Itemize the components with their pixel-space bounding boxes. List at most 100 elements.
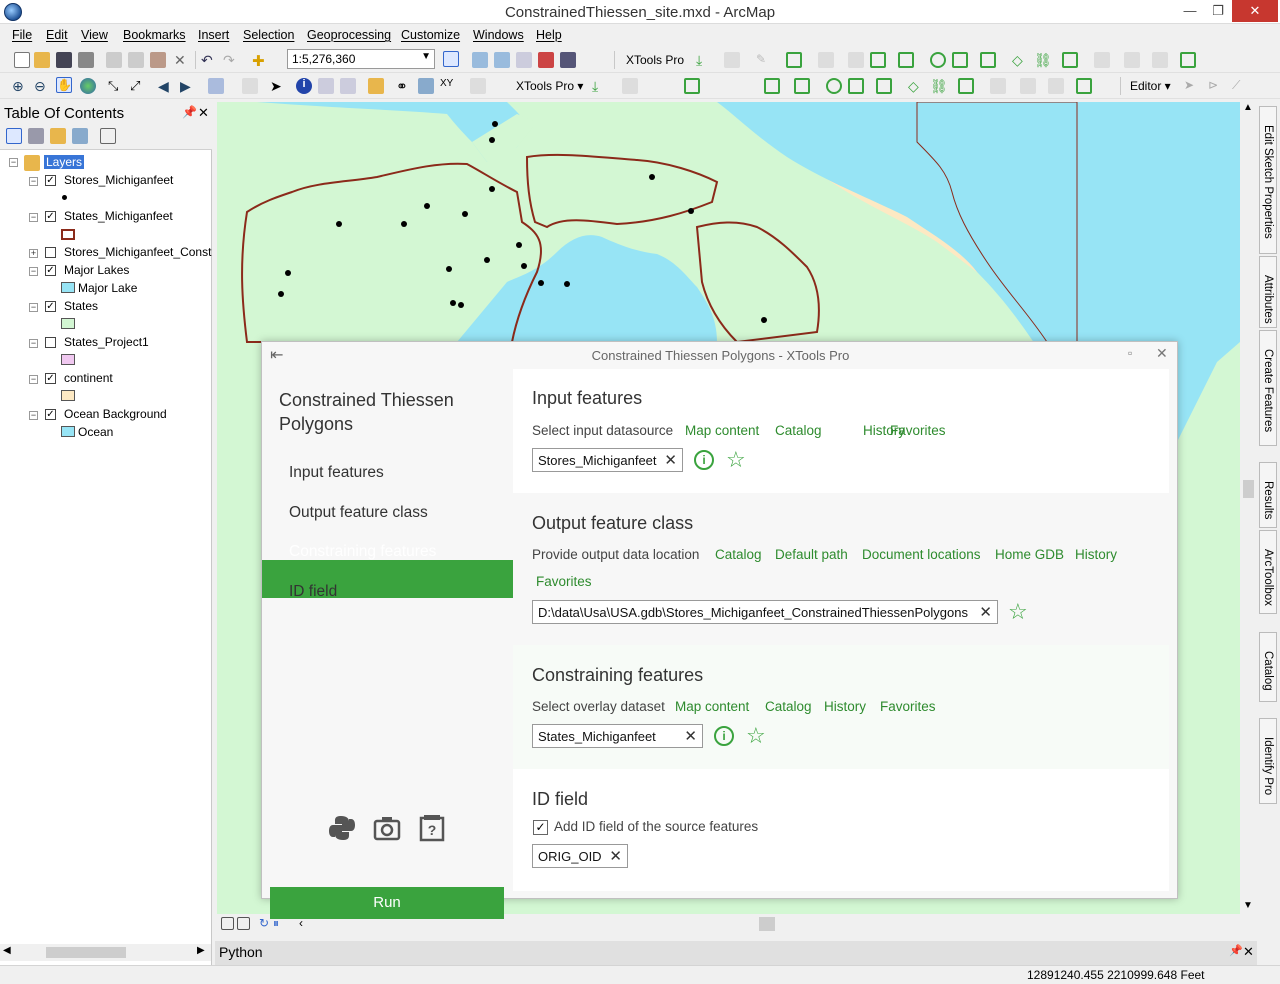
tab-results[interactable]: Results bbox=[1259, 462, 1277, 528]
xtools-toolbar-label[interactable]: XTools Pro bbox=[626, 53, 684, 67]
nav-output-feature-class[interactable]: Output feature class bbox=[289, 504, 428, 522]
xtools-tool-11-icon[interactable] bbox=[1124, 52, 1140, 68]
list-by-selection-icon[interactable] bbox=[72, 128, 88, 144]
undo-icon[interactable]: ↶ bbox=[201, 52, 217, 68]
camera-icon[interactable] bbox=[373, 814, 401, 842]
link-favorites[interactable]: Favorites bbox=[536, 574, 592, 589]
xtools-row2-tool-6-icon[interactable] bbox=[876, 78, 892, 94]
collapse-layers-icon[interactable]: − bbox=[9, 158, 18, 167]
close-icon[interactable]: ✕ bbox=[1232, 0, 1278, 22]
nav-input-features[interactable]: Input features bbox=[289, 464, 384, 482]
help-clipboard-icon[interactable]: ? bbox=[418, 814, 446, 842]
map-vertical-scrollbar[interactable]: ▲ ▼ bbox=[1240, 102, 1257, 914]
link-map-content[interactable]: Map content bbox=[685, 423, 759, 438]
xtools-row2-tool-5-icon[interactable] bbox=[848, 78, 864, 94]
layer-checkbox[interactable]: ✓ bbox=[45, 265, 56, 276]
identify-icon[interactable]: i bbox=[296, 78, 312, 94]
edit-tool-arrow-icon[interactable]: ➤ bbox=[1184, 78, 1200, 94]
find-binoculars-icon[interactable]: ⚭ bbox=[396, 78, 412, 94]
collapse-layer-icon[interactable]: − bbox=[29, 411, 38, 420]
layer-checkbox[interactable]: ✓ bbox=[45, 211, 56, 222]
list-by-source-icon[interactable] bbox=[28, 128, 44, 144]
menu-windows[interactable]: Windows bbox=[473, 28, 524, 42]
link-catalog[interactable]: Catalog bbox=[715, 547, 762, 562]
tab-arctoolbox[interactable]: ArcToolbox bbox=[1259, 530, 1277, 614]
new-document-icon[interactable] bbox=[14, 52, 30, 68]
pencil-icon[interactable]: ✎ bbox=[756, 52, 772, 68]
link-map-content[interactable]: Map content bbox=[675, 699, 749, 714]
time-slider-icon[interactable] bbox=[470, 78, 486, 94]
editor-toolbar-icon[interactable] bbox=[443, 51, 459, 67]
xtools-row2-tool-7-icon[interactable] bbox=[958, 78, 974, 94]
link-home-gdb[interactable]: Home GDB bbox=[995, 547, 1064, 562]
maximize-icon[interactable]: ❐ bbox=[1204, 0, 1232, 22]
xtools-tool-8-icon[interactable] bbox=[980, 52, 996, 68]
toc-window-icon[interactable] bbox=[472, 52, 488, 68]
pan-hand-icon[interactable]: ✋ bbox=[56, 77, 72, 93]
xtools-tool-12-icon[interactable] bbox=[1152, 52, 1168, 68]
run-button[interactable]: Run bbox=[270, 887, 504, 919]
xtools-tool-3-icon[interactable] bbox=[818, 52, 834, 68]
layer-major-lakes[interactable]: Major Lakes bbox=[64, 263, 129, 277]
scroll-up-icon[interactable]: ▲ bbox=[1243, 102, 1253, 113]
xtools-link-icon[interactable]: ⛓ bbox=[930, 78, 948, 94]
input-datasource-chip[interactable]: Stores_Michiganfeet ✕ bbox=[532, 448, 683, 472]
xtools-tag-icon[interactable]: ◇ bbox=[908, 78, 924, 94]
copy-icon[interactable] bbox=[128, 52, 144, 68]
go-to-xy-icon[interactable]: XY bbox=[440, 78, 456, 94]
xtools-tool-4-icon[interactable] bbox=[848, 52, 864, 68]
delete-icon[interactable]: ✕ bbox=[174, 52, 190, 68]
tab-edit-sketch-properties[interactable]: Edit Sketch Properties bbox=[1259, 106, 1277, 254]
nav-id-field[interactable]: ID field bbox=[289, 583, 337, 601]
fixed-zoom-in-icon[interactable]: ⤡ bbox=[108, 78, 124, 94]
fixed-zoom-out-icon[interactable]: ⤢ bbox=[130, 78, 146, 94]
pin-icon[interactable]: 📌 bbox=[182, 105, 197, 119]
tag-icon[interactable]: ◇ bbox=[1012, 52, 1028, 68]
chevron-down-icon[interactable]: ▼ bbox=[421, 51, 431, 62]
xtools-row2-tool-4-icon[interactable] bbox=[794, 78, 810, 94]
minimize-icon[interactable]: — bbox=[1176, 0, 1204, 22]
collapse-layer-icon[interactable]: − bbox=[29, 267, 38, 276]
scroll-right-icon[interactable]: ▶ bbox=[197, 945, 205, 956]
menu-view[interactable]: View bbox=[81, 28, 108, 42]
find-route-icon[interactable] bbox=[418, 78, 434, 94]
nav-constraining-features[interactable]: Constraining features bbox=[289, 543, 436, 561]
menu-bookmarks[interactable]: Bookmarks bbox=[123, 28, 186, 42]
python-panel-title[interactable]: Python bbox=[219, 944, 263, 960]
tab-identify-pro[interactable]: Identify Pro bbox=[1259, 718, 1277, 804]
toc-horizontal-scrollbar[interactable]: ◀ ▶ bbox=[0, 944, 211, 961]
xtools-tool-10-icon[interactable] bbox=[1094, 52, 1110, 68]
print-icon[interactable] bbox=[78, 52, 94, 68]
forward-arrow-icon[interactable]: ▶ bbox=[180, 78, 196, 94]
full-extent-globe-icon[interactable] bbox=[80, 78, 96, 94]
toc-options-icon[interactable] bbox=[100, 128, 116, 144]
editor-menu[interactable]: Editor ▾ bbox=[1130, 79, 1171, 93]
expand-layer-icon[interactable]: + bbox=[29, 249, 38, 258]
layer-states-michiganfeet[interactable]: States_Michiganfeet bbox=[64, 209, 173, 223]
data-view-icon[interactable] bbox=[221, 917, 234, 930]
favorite-star-icon[interactable]: ☆ bbox=[1008, 601, 1028, 623]
remove-icon[interactable]: ✕ bbox=[684, 727, 697, 745]
list-by-visibility-icon[interactable] bbox=[50, 128, 66, 144]
scroll-left-icon[interactable]: ◀ bbox=[3, 945, 11, 956]
layer-states-project1[interactable]: States_Project1 bbox=[64, 335, 149, 349]
id-field-chip[interactable]: ORIG_OID ✕ bbox=[532, 844, 628, 868]
overlay-dataset-chip[interactable]: States_Michiganfeet ✕ bbox=[532, 724, 703, 748]
menu-selection[interactable]: Selection bbox=[243, 28, 294, 42]
open-folder-icon[interactable] bbox=[34, 52, 50, 68]
scrollbar-thumb[interactable] bbox=[46, 947, 126, 958]
python-window-icon[interactable] bbox=[560, 52, 576, 68]
info-circle-icon[interactable] bbox=[930, 52, 946, 68]
layers-root[interactable]: Layers bbox=[44, 155, 85, 169]
map-scale-input[interactable]: 1:5,276,360 ▼ bbox=[287, 49, 435, 69]
layer-continent[interactable]: continent bbox=[64, 371, 113, 385]
favorite-star-icon[interactable]: ☆ bbox=[726, 449, 746, 471]
redo-icon[interactable]: ↷ bbox=[223, 52, 239, 68]
html-popup-icon[interactable] bbox=[340, 78, 356, 94]
remove-icon[interactable]: ✕ bbox=[979, 603, 992, 621]
arctoolbox-icon[interactable] bbox=[538, 52, 554, 68]
download-arrow-icon[interactable]: ⤓ bbox=[696, 52, 712, 68]
select-features-icon[interactable] bbox=[208, 78, 224, 94]
catalog-window-icon[interactable] bbox=[494, 52, 510, 68]
zoom-out-icon[interactable]: ⊖ bbox=[34, 78, 50, 94]
